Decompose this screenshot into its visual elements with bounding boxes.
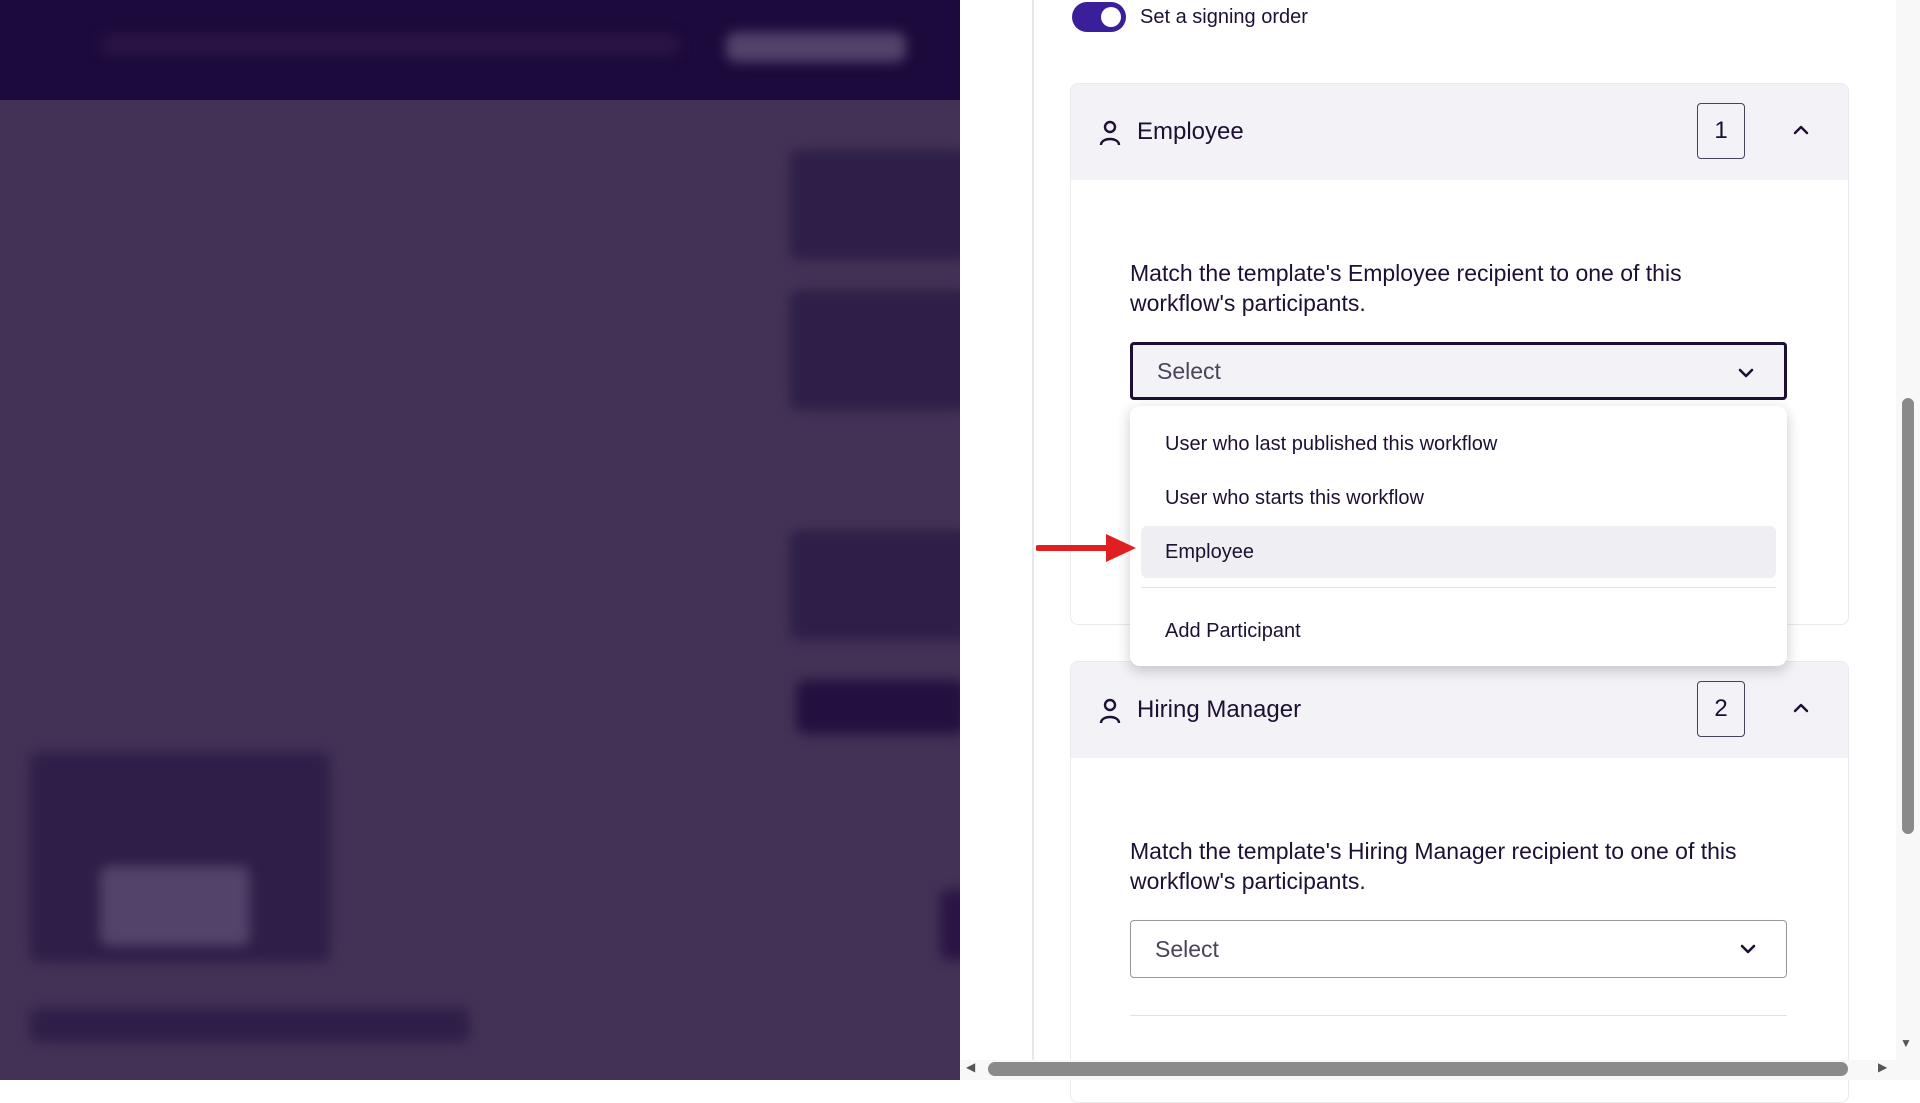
background-blur-block (940, 890, 960, 960)
red-arrow-icon (1036, 534, 1136, 562)
person-icon (1099, 698, 1121, 724)
select-value: Select (1155, 935, 1219, 962)
chevron-down-icon (1738, 368, 1754, 378)
background-blur-block (726, 32, 906, 62)
signing-order-number[interactable]: 2 (1697, 681, 1745, 737)
panel-divider (1032, 0, 1034, 1060)
signing-order-label: Set a signing order (1140, 5, 1308, 28)
background-blur-block (30, 1008, 470, 1042)
scroll-left-arrow-icon[interactable]: ◀ (966, 1060, 975, 1074)
option-workflow-starter[interactable]: User who starts this workflow (1141, 472, 1776, 524)
recipient-title: Employee (1137, 118, 1244, 145)
horizontal-scroll-thumb[interactable] (988, 1062, 1848, 1076)
background-blur-block (790, 150, 960, 260)
chevron-up-icon[interactable] (1791, 700, 1811, 714)
participant-select[interactable]: Select (1130, 920, 1787, 978)
option-employee[interactable]: Employee (1141, 526, 1776, 578)
background-blur-block (790, 290, 960, 410)
match-instruction: Match the template's Employee recipient … (1130, 260, 1682, 316)
select-value: Select (1157, 357, 1221, 384)
scroll-down-arrow-icon[interactable]: ▼ (1900, 1036, 1912, 1050)
add-participant-option[interactable]: Add Participant (1141, 605, 1776, 657)
participant-select[interactable]: Select (1130, 342, 1787, 400)
participant-dropdown: User who last published this workflow Us… (1130, 406, 1787, 666)
background-blur-block (100, 866, 250, 946)
background-blur-block (790, 530, 960, 640)
scroll-right-arrow-icon[interactable]: ▶ (1878, 1060, 1887, 1074)
signing-order-number[interactable]: 1 (1697, 103, 1745, 159)
signing-order-toggle[interactable] (1072, 2, 1126, 32)
recipient-card-header[interactable]: Employee 1 (1071, 84, 1848, 180)
match-instruction: Match the template's Hiring Manager reci… (1130, 838, 1737, 894)
chevron-up-icon[interactable] (1791, 122, 1811, 136)
recipient-title: Hiring Manager (1137, 696, 1302, 723)
background-blur-block (796, 680, 960, 734)
section-divider (1130, 1015, 1787, 1016)
background-blur-block (100, 34, 680, 56)
dropdown-divider (1141, 587, 1776, 588)
signing-order-row: Set a signing order (1072, 2, 1308, 32)
chevron-down-icon (1740, 944, 1756, 954)
person-icon (1099, 120, 1121, 146)
vertical-scroll-thumb[interactable] (1902, 398, 1914, 834)
background-overlay (0, 0, 960, 1080)
recipient-card-header[interactable]: Hiring Manager 2 (1071, 662, 1848, 758)
option-last-publisher[interactable]: User who last published this workflow (1141, 418, 1776, 470)
